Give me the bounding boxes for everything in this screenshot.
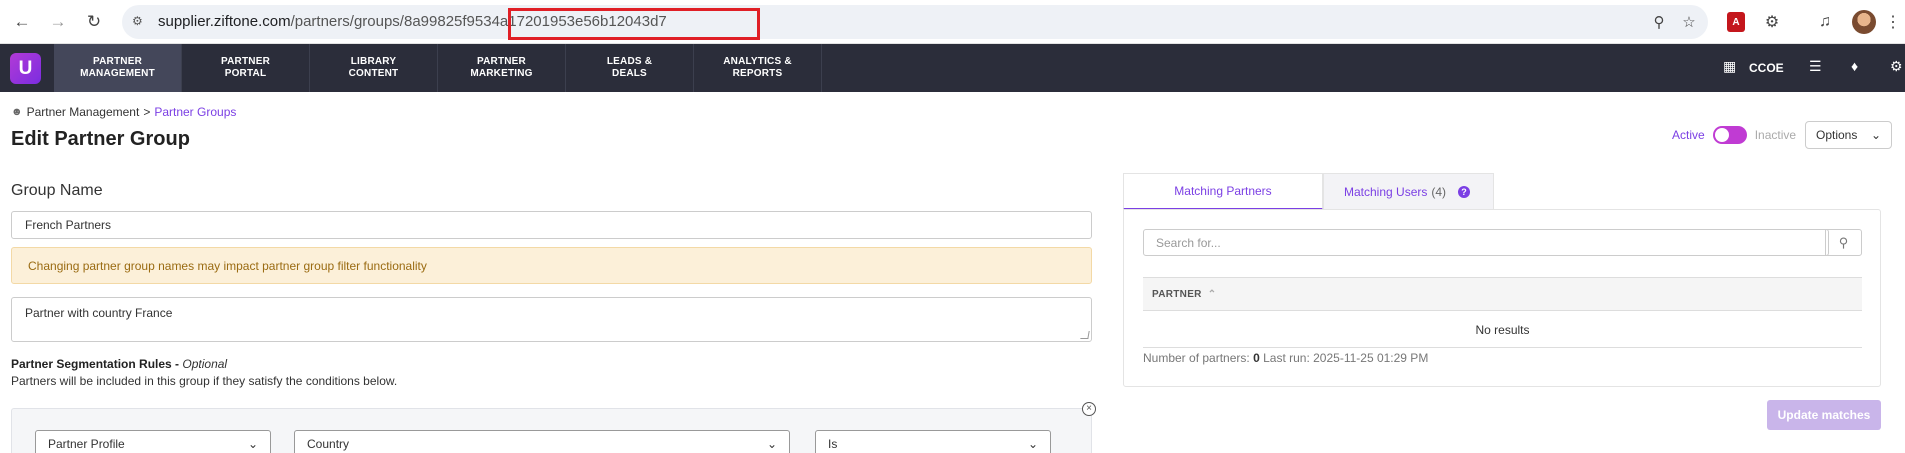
column-partner[interactable]: PARTNER bbox=[1152, 289, 1202, 300]
tab-matching-users[interactable]: Matching Users (4) ? bbox=[1323, 173, 1494, 210]
settings-gear-icon[interactable]: ⚙ bbox=[1890, 58, 1903, 75]
forward-icon[interactable]: → bbox=[44, 8, 72, 36]
rule-field-select[interactable]: Country ⌄ bbox=[294, 430, 790, 453]
rule-operator-select[interactable]: Is ⌄ bbox=[815, 430, 1051, 453]
footer-last-run: Last run: 2025-11-25 01:29 PM bbox=[1263, 351, 1429, 365]
nav-partner-marketing[interactable]: PARTNER MARKETING bbox=[438, 44, 566, 92]
chevron-down-icon: ⌄ bbox=[766, 437, 777, 451]
search-input[interactable]: Search for... bbox=[1143, 229, 1829, 256]
group-name-input[interactable]: French Partners bbox=[11, 211, 1092, 239]
rule-source-select[interactable]: Partner Profile ⌄ bbox=[35, 430, 271, 453]
nav-library-content[interactable]: LIBRARY CONTENT bbox=[310, 44, 438, 92]
nav-partner-management[interactable]: PARTNER MANAGEMENT bbox=[54, 44, 182, 92]
page-title: Edit Partner Group bbox=[11, 128, 190, 150]
app-navbar: U PARTNER MANAGEMENT PARTNER PORTAL LIBR… bbox=[0, 44, 1905, 92]
browser-menu-icon[interactable]: ⋮ bbox=[1882, 11, 1904, 33]
help-icon[interactable]: ? bbox=[1458, 186, 1471, 198]
chevron-down-icon: ⌄ bbox=[1027, 437, 1038, 451]
tab-matching-partners-label: Matching Partners bbox=[1174, 184, 1272, 198]
apps-grid-icon[interactable]: ▦ bbox=[1723, 58, 1736, 75]
zoom-icon[interactable]: ⚲ bbox=[1650, 13, 1668, 31]
back-icon[interactable]: ← bbox=[8, 8, 36, 36]
tab-matching-users-label: Matching Users bbox=[1344, 185, 1428, 199]
table-header: PARTNER ⌃ bbox=[1143, 277, 1862, 311]
url-highlight-box bbox=[508, 8, 760, 40]
options-dropdown[interactable]: Options ⌄ bbox=[1805, 121, 1892, 149]
profile-avatar[interactable] bbox=[1852, 10, 1876, 34]
warning-alert: Changing partner group names may impact … bbox=[11, 247, 1092, 284]
group-name-value: French Partners bbox=[25, 218, 112, 232]
media-control-icon[interactable]: ♫ bbox=[1814, 11, 1836, 33]
remove-rule-icon[interactable]: × bbox=[1082, 402, 1096, 416]
matching-tabs: Matching Partners Matching Users (4) ? bbox=[1123, 173, 1494, 210]
description-textarea[interactable]: Partner with country France bbox=[11, 297, 1092, 342]
sort-asc-icon[interactable]: ⌃ bbox=[1208, 289, 1217, 300]
update-matches-button[interactable]: Update matches bbox=[1767, 400, 1881, 430]
layers-icon[interactable]: ☰ bbox=[1809, 58, 1822, 75]
rules-optional: Optional bbox=[182, 357, 228, 371]
breadcrumb-separator: > bbox=[143, 105, 151, 119]
app-logo[interactable]: U bbox=[10, 53, 41, 84]
footer-label: Number of partners: bbox=[1143, 351, 1250, 365]
rules-description: Partners will be included in this group … bbox=[11, 374, 398, 388]
tab-matching-partners[interactable]: Matching Partners bbox=[1123, 173, 1323, 210]
status-inactive-label: Inactive bbox=[1754, 128, 1797, 142]
pdf-extension-icon[interactable]: A bbox=[1727, 12, 1745, 32]
breadcrumb: ☻ Partner Management > Partner Groups bbox=[11, 105, 236, 119]
org-switcher[interactable]: CCOE bbox=[1749, 61, 1784, 75]
site-settings-icon[interactable]: ⚙ bbox=[132, 14, 148, 30]
table-footer: Number of partners: 0 Last run: 2025-11-… bbox=[1143, 351, 1428, 365]
bookmark-star-icon[interactable]: ☆ bbox=[1680, 13, 1698, 31]
search-icon[interactable]: ⚲ bbox=[1825, 229, 1862, 256]
toggle-knob bbox=[1714, 128, 1729, 142]
bell-icon[interactable]: ♦ bbox=[1851, 58, 1858, 74]
breadcrumb-root[interactable]: Partner Management bbox=[27, 105, 140, 119]
reload-icon[interactable]: ↻ bbox=[80, 8, 108, 36]
nav-partner-portal[interactable]: PARTNER PORTAL bbox=[182, 44, 310, 92]
partners-icon: ☻ bbox=[11, 106, 23, 118]
rules-title: Partner Segmentation Rules - Optional bbox=[11, 357, 228, 371]
extensions-icon[interactable]: ⚙ bbox=[1761, 11, 1783, 33]
options-label: Options bbox=[1816, 128, 1858, 142]
resize-grip-icon[interactable] bbox=[1080, 331, 1090, 339]
browser-toolbar: ← → ↻ ⚙ supplier.ziftone.com/partners/gr… bbox=[0, 0, 1905, 44]
status-active-label: Active bbox=[1672, 128, 1705, 142]
tab-users-count: (4) bbox=[1431, 185, 1447, 199]
table-empty-row: No results bbox=[1143, 312, 1862, 348]
chevron-down-icon: ⌄ bbox=[1870, 128, 1881, 142]
description-value: Partner with country France bbox=[25, 306, 173, 320]
rule-source-value: Partner Profile bbox=[48, 437, 125, 451]
group-name-label: Group Name bbox=[11, 182, 103, 199]
nav-analytics-reports[interactable]: ANALYTICS & REPORTS bbox=[694, 44, 822, 92]
nav-leads-deals[interactable]: LEADS & DEALS bbox=[566, 44, 694, 92]
breadcrumb-partner-groups[interactable]: Partner Groups bbox=[154, 105, 236, 119]
update-matches-label: Update matches bbox=[1777, 408, 1871, 422]
status-toggle-row: Active Inactive bbox=[1672, 126, 1796, 144]
rules-title-text: Partner Segmentation Rules bbox=[11, 357, 172, 371]
empty-text: No results bbox=[1475, 322, 1530, 337]
warning-text: Changing partner group names may impact … bbox=[28, 258, 427, 273]
footer-count: 0 bbox=[1253, 351, 1260, 365]
rule-field-value: Country bbox=[307, 437, 350, 451]
search-placeholder: Search for... bbox=[1156, 235, 1221, 250]
active-toggle[interactable] bbox=[1712, 126, 1747, 144]
rule-operator-value: Is bbox=[828, 437, 838, 451]
address-bar[interactable]: ⚙ supplier.ziftone.com/partners/groups/8… bbox=[122, 5, 1708, 40]
chevron-down-icon: ⌄ bbox=[247, 437, 258, 451]
